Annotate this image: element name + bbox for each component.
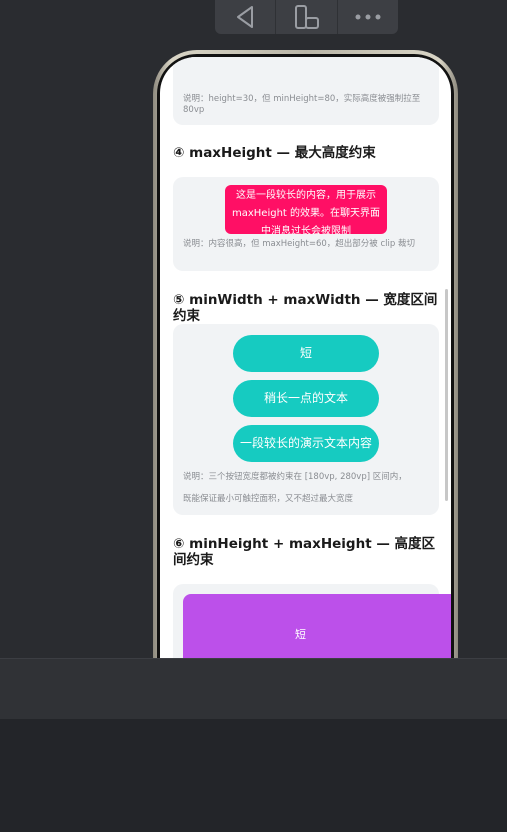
more-button[interactable] (338, 0, 398, 34)
bottom-area (0, 719, 507, 832)
long-button[interactable]: 一段较长的演示文本内容 (233, 425, 379, 462)
width-range-title: ⑤ minWidth + maxWidth — 宽度区间约束 (173, 292, 438, 324)
min-height-note: 说明：height=30，但 minHeight=80，实际高度被强制拉至 80… (183, 94, 421, 115)
rotate-button[interactable] (276, 0, 338, 34)
max-height-card: 这是一段较长的内容，用于展示 maxHeight 的效果。在聊天界面中消息过长会… (173, 177, 439, 271)
max-height-demo-text: 这是一段较长的内容，用于展示 maxHeight 的效果。在聊天界面中消息过长会… (231, 190, 381, 234)
scrollbar[interactable] (445, 289, 448, 501)
back-button[interactable] (215, 0, 277, 34)
phone-screen[interactable]: 说明：height=30，但 minHeight=80，实际高度被强制拉至 80… (160, 57, 451, 743)
height-range-title: ⑥ minHeight + maxHeight — 高度区间约束 (173, 536, 436, 568)
width-range-note-2: 既能保证最小可触控面积，又不超过最大宽度 (183, 494, 354, 504)
width-range-note-1: 说明：三个按钮宽度都被约束在 [180vp, 280vp] 区间内， (183, 472, 407, 482)
max-height-demo-box: 这是一段较长的内容，用于展示 maxHeight 的效果。在聊天界面中消息过长会… (225, 185, 387, 234)
simulator-toolbar (215, 0, 398, 34)
simulator-stage: 说明：height=30，但 minHeight=80，实际高度被强制拉至 80… (0, 0, 507, 832)
min-height-card: 说明：height=30，但 minHeight=80，实际高度被强制拉至 80… (173, 57, 439, 125)
phone-frame: 说明：height=30，但 minHeight=80，实际高度被强制拉至 80… (153, 50, 458, 750)
more-dots-icon (355, 14, 381, 20)
medium-button[interactable]: 稍长一点的文本 (233, 380, 379, 417)
back-triangle-icon (237, 6, 254, 28)
phone-bezel: 说明：height=30，但 minHeight=80，实际高度被强制拉至 80… (157, 54, 454, 746)
height-range-demo-text: 短 (295, 628, 306, 641)
width-range-card: 短 稍长一点的文本 一段较长的演示文本内容 说明：三个按钮宽度都被约束在 [18… (173, 324, 439, 515)
rotate-device-icon (295, 5, 320, 29)
bottom-panel (0, 658, 507, 719)
short-button[interactable]: 短 (233, 335, 379, 372)
max-height-title: ④ maxHeight — 最大高度约束 (173, 145, 376, 161)
max-height-note: 说明：内容很高，但 maxHeight=60，超出部分被 clip 裁切 (183, 239, 415, 249)
